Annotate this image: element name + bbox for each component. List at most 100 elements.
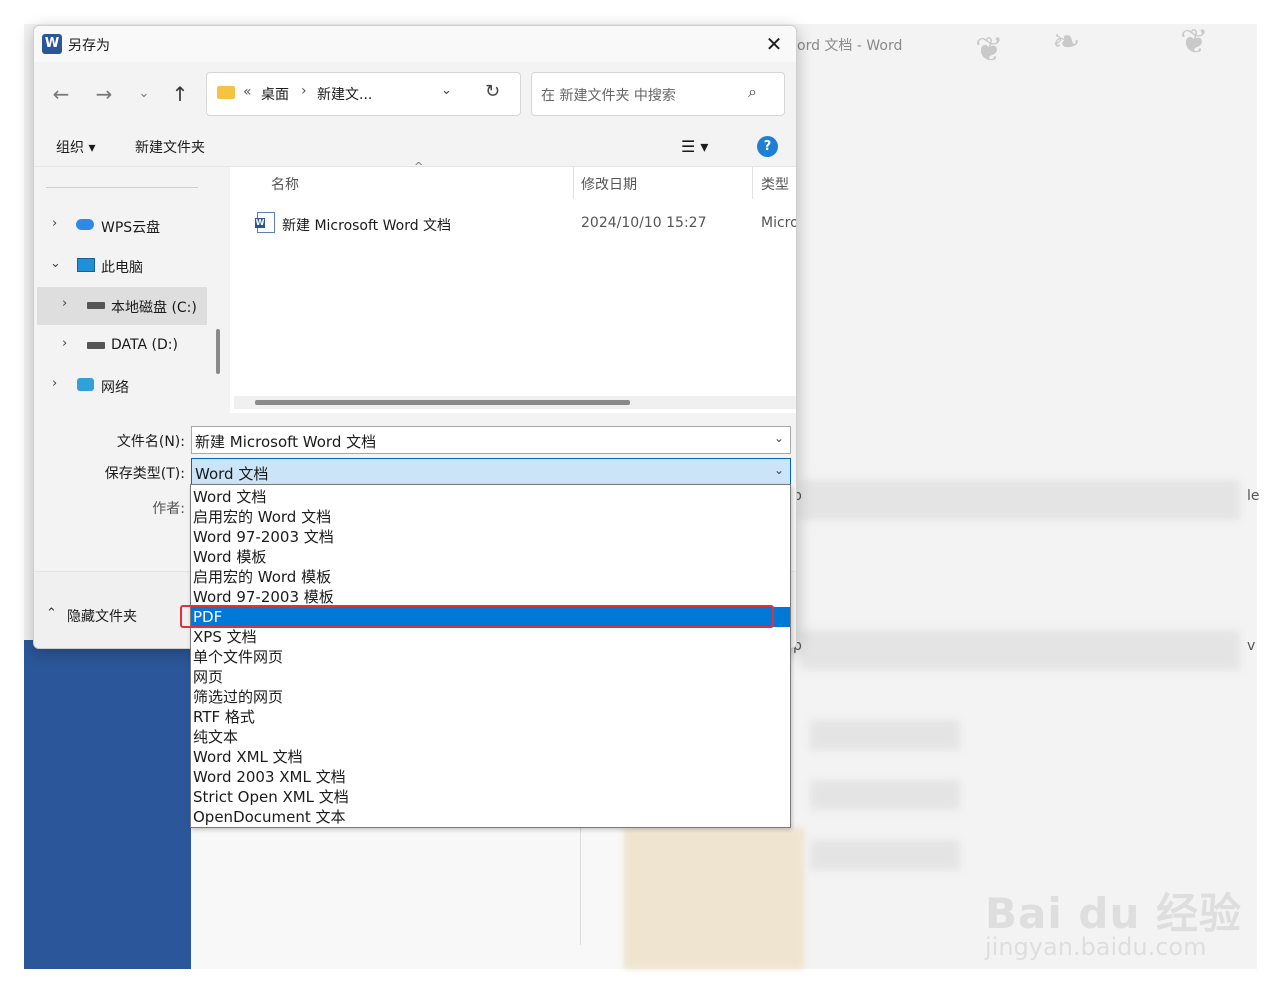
filetype-option[interactable]: Word 2003 XML 文档 [191,767,790,787]
watermark-logo: Bai du 经验 [985,889,1242,938]
file-name: 新建 Microsoft Word 文档 [282,218,452,234]
file-row[interactable]: W 新建 Microsoft Word 文档 2024/10/10 15:27 … [234,206,796,240]
filetype-option[interactable]: Word 97-2003 模板 [191,587,790,607]
filetype-option[interactable]: 网页 [191,667,790,687]
filetype-option[interactable]: Word XML 文档 [191,747,790,767]
nav-scrollbar[interactable] [216,329,220,374]
cloud-icon [76,219,94,230]
file-type: Micro [761,215,797,231]
new-folder-button[interactable]: 新建文件夹 [135,137,205,157]
filename-value[interactable]: 新建 Microsoft Word 文档 [195,431,376,452]
author-label: 作者: [152,501,185,517]
search-input[interactable]: 在 新建文件夹 中搜索 [541,85,676,105]
view-options-icon[interactable]: ☰ ▾ [681,137,708,156]
nav-item-label: DATA (D:) [111,337,178,353]
word-document-icon: W [255,212,275,233]
nav-divider [46,187,198,188]
blurred-content [810,720,960,750]
navigation-pane: › WPS云盘 ⌄ 此电脑 › 本地磁盘 (C:) › DATA (D:) › … [34,167,209,413]
filetype-option[interactable]: 纯文本 [191,727,790,747]
filename-label: 文件名(N): [116,434,185,450]
filetype-dropdown-list: Word 文档 启用宏的 Word 文档 Word 97-2003 文档 Word 模… [190,484,791,828]
computer-icon [77,258,95,272]
leaf-decoration-icon: ❦ [975,30,1004,70]
recent-chevron-down-icon[interactable]: ⌄ [132,80,156,108]
nav-item-wps-cloud[interactable]: › WPS云盘 [34,207,209,245]
filetype-label: 保存类型(T): [104,466,185,482]
filename-chevron-down-icon[interactable]: ⌄ [774,431,784,445]
background-window-title: ord 文档 - Word [797,38,903,54]
back-arrow-icon[interactable]: ← [49,80,73,108]
address-bar[interactable]: « 桌面 › 新建文... ⌄ ↻ [206,72,521,116]
drive-icon [87,302,105,309]
expand-chevron-icon[interactable]: › [62,296,67,311]
breadcrumb-separator: › [301,83,307,99]
filetype-option[interactable]: 启用宏的 Word 文档 [191,507,790,527]
nav-item-local-disk-c[interactable]: › 本地磁盘 (C:) [37,287,207,325]
refresh-icon[interactable]: ↻ [485,81,500,102]
breadcrumb-root[interactable]: « [243,84,252,100]
background-sidebar [24,640,191,969]
dialog-title: 另存为 [68,38,110,54]
file-list [230,167,796,413]
forward-arrow-icon[interactable]: → [92,80,116,108]
file-date: 2024/10/10 15:27 [581,215,707,231]
address-dropdown-chevron-icon[interactable]: ⌄ [441,83,452,98]
filetype-chevron-down-icon[interactable]: ⌄ [774,463,784,477]
filetype-option[interactable]: 单个文件网页 [191,647,790,667]
column-separator[interactable] [752,167,753,199]
filetype-option[interactable]: RTF 格式 [191,707,790,727]
filetype-select[interactable]: Word 文档 ⌄ [191,458,791,487]
folder-icon [217,86,235,99]
nav-item-data-d[interactable]: › DATA (D:) [34,327,209,365]
nav-item-label: 网络 [101,380,129,396]
expand-chevron-icon[interactable]: › [62,336,67,351]
search-box[interactable]: 在 新建文件夹 中搜索 ⌕ [531,72,785,116]
filetype-option[interactable]: Word 文档 [191,487,790,507]
blurred-content [810,780,960,810]
background-text-fragment: le [1247,488,1260,504]
filetype-option[interactable]: Strict Open XML 文档 [191,787,790,807]
background-text-fragment: v [1247,638,1256,654]
filetype-option[interactable]: 筛选过的网页 [191,687,790,707]
column-header-type[interactable]: 类型 [761,174,789,194]
search-icon[interactable]: ⌕ [748,82,757,102]
nav-item-network[interactable]: › 网络 [34,367,209,405]
nav-item-label: 本地磁盘 (C:) [111,300,197,316]
close-button[interactable]: ✕ [756,30,792,58]
blurred-content [800,630,1240,670]
up-arrow-icon[interactable]: ↑ [168,80,192,108]
column-separator[interactable] [573,167,574,199]
chevron-up-icon[interactable]: ⌃ [46,606,57,621]
background-thumbnail [624,828,804,969]
nav-item-label: WPS云盘 [101,220,161,236]
expand-chevron-icon[interactable]: › [52,216,57,231]
expand-chevron-icon[interactable]: › [52,376,57,391]
nav-item-label: 此电脑 [101,260,143,276]
nav-item-this-pc[interactable]: ⌄ 此电脑 [34,247,209,285]
filetype-option[interactable]: Word 模板 [191,547,790,567]
hide-folders-button[interactable]: 隐藏文件夹 [67,606,137,626]
word-app-icon: W [42,34,62,54]
column-header-name[interactable]: 名称 [271,174,299,194]
filetype-option[interactable]: XPS 文档 [191,627,790,647]
filename-field[interactable]: 新建 Microsoft Word 文档 ⌄ [191,426,791,454]
collapse-chevron-icon[interactable]: ⌄ [50,256,61,271]
filetype-option[interactable]: OpenDocument 文本 [191,807,790,827]
watermark-url: jingyan.baidu.com [985,933,1207,961]
filetype-value: Word 文档 [195,465,269,483]
word-badge-mini: W [255,218,265,228]
breadcrumb-desktop[interactable]: 桌面 [261,84,289,104]
help-icon[interactable]: ? [757,136,778,157]
network-icon [77,378,94,391]
column-header-date[interactable]: 修改日期 [581,174,637,194]
filetype-option[interactable]: 启用宏的 Word 模板 [191,567,790,587]
sort-ascending-icon: ^ [414,160,424,173]
blurred-content [810,840,960,870]
drive-icon [87,342,105,349]
filetype-option[interactable]: Word 97-2003 文档 [191,527,790,547]
breadcrumb-new-folder[interactable]: 新建文... [317,84,372,104]
horizontal-scrollbar-thumb[interactable] [255,400,630,405]
dialog-titlebar[interactable]: W 另存为 ✕ [34,26,796,62]
organize-menu-button[interactable]: 组织 ▾ [56,137,95,157]
